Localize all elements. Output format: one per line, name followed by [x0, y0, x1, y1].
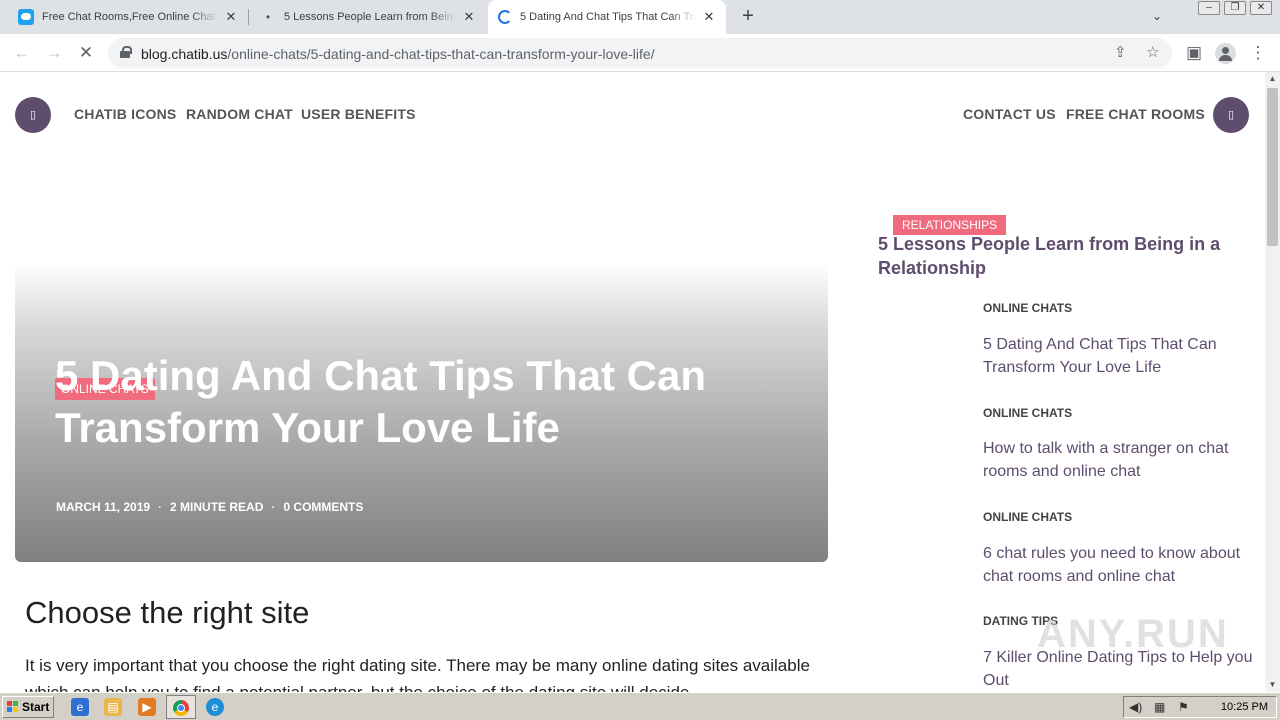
- media-player-icon[interactable]: ▶: [138, 698, 156, 716]
- tab-separator: [248, 9, 249, 25]
- article-read-time: 2 MINUTE READ: [170, 500, 264, 514]
- sidebar-post-category[interactable]: ONLINE CHATS: [983, 301, 1072, 315]
- tab-strip: Free Chat Rooms,Free Online Chat Without…: [0, 0, 1280, 34]
- flag-icon[interactable]: ⚑: [1178, 700, 1189, 714]
- sidebar-post-title[interactable]: 6 chat rules you need to know about chat…: [983, 542, 1253, 588]
- forward-arrow-icon[interactable]: →: [44, 43, 64, 63]
- anyrun-watermark: ANY.RUN: [1037, 612, 1229, 656]
- meta-separator: ·: [271, 500, 276, 514]
- side-panel-icon[interactable]: ▣: [1184, 43, 1204, 63]
- start-button[interactable]: Start: [2, 696, 54, 718]
- nav-user-benefits[interactable]: USER BENEFITS: [301, 106, 416, 122]
- volume-icon[interactable]: ◀): [1129, 700, 1142, 714]
- close-icon[interactable]: ✕: [224, 9, 238, 25]
- restore-icon[interactable]: ❐: [1224, 1, 1246, 15]
- stop-loading-icon[interactable]: ✕: [76, 43, 96, 63]
- taskbar-clock: 10:25 PM: [1220, 701, 1268, 713]
- tab-dating-tips-active[interactable]: 5 Dating And Chat Tips That Can Transfor…: [488, 0, 726, 34]
- dot-icon: •: [265, 10, 271, 24]
- start-label: Start: [22, 700, 50, 714]
- nav-free-chat-rooms[interactable]: FREE CHAT ROOMS: [1066, 106, 1205, 122]
- page-viewport: ▯ CHATIB ICONS RANDOM CHAT USER BENEFITS…: [0, 72, 1265, 692]
- loading-spinner-icon: [498, 10, 512, 24]
- address-bar[interactable]: blog.chatib.us/online-chats/5-dating-and…: [108, 38, 1172, 68]
- chat-icon: [18, 9, 34, 25]
- close-icon[interactable]: ✕: [462, 9, 476, 25]
- windows-taskbar: Start e ▤ ▶ e ◀) ▦ ⚑ 10:25 PM: [0, 692, 1280, 720]
- url-text[interactable]: blog.chatib.us/online-chats/5-dating-and…: [141, 46, 655, 62]
- back-arrow-icon[interactable]: ←: [12, 43, 32, 63]
- profile-avatar-icon[interactable]: [1215, 43, 1236, 64]
- scroll-down-icon[interactable]: ▼: [1265, 678, 1280, 692]
- sidebar-post-category[interactable]: ONLINE CHATS: [983, 406, 1072, 420]
- system-tray: ◀) ▦ ⚑ 10:25 PM: [1123, 696, 1277, 718]
- edge-icon[interactable]: e: [206, 698, 224, 716]
- close-window-icon[interactable]: ✕: [1250, 1, 1272, 15]
- network-icon[interactable]: ▦: [1154, 700, 1165, 714]
- sidebar-post-title[interactable]: 5 Dating And Chat Tips That Can Transfor…: [983, 333, 1253, 379]
- meta-separator: ·: [158, 500, 163, 514]
- search-toggle-button[interactable]: ▯: [1213, 97, 1249, 133]
- url-host: blog.chatib.us: [141, 46, 228, 62]
- article-title: 5 Dating And Chat Tips That Can Transfor…: [55, 352, 707, 451]
- article-comments-link[interactable]: 0 COMMENTS: [283, 500, 363, 514]
- chrome-taskbar-button[interactable]: [166, 695, 196, 719]
- close-icon[interactable]: ✕: [702, 9, 716, 25]
- lock-icon[interactable]: [120, 46, 132, 58]
- page-scrollbar[interactable]: ▲ ▼: [1265, 72, 1280, 692]
- browser-toolbar: ← → ✕ blog.chatib.us/online-chats/5-dati…: [0, 34, 1280, 72]
- nav-random-chat[interactable]: RANDOM CHAT: [186, 106, 293, 122]
- article-date: MARCH 11, 2019: [56, 500, 151, 514]
- scroll-thumb[interactable]: [1267, 88, 1278, 246]
- share-icon[interactable]: ⇪: [1114, 43, 1127, 61]
- article-meta: MARCH 11, 2019 · 2 MINUTE READ · 0 COMME…: [56, 500, 363, 514]
- internet-explorer-icon[interactable]: e: [71, 698, 89, 716]
- url-path: /online-chats/5-dating-and-chat-tips-tha…: [227, 46, 655, 62]
- article-paragraph: It is very important that you choose the…: [25, 656, 810, 692]
- windows-logo-icon: [7, 701, 19, 713]
- tab-title: 5 Dating And Chat Tips That Can Transfor…: [520, 11, 696, 23]
- menu-toggle-button[interactable]: ▯: [15, 97, 51, 133]
- window-controls: – ❐ ✕: [1198, 1, 1272, 15]
- tab-title: Free Chat Rooms,Free Online Chat Without…: [42, 11, 218, 23]
- more-menu-icon[interactable]: ⋮: [1248, 43, 1268, 63]
- nav-chatib-icons[interactable]: CHATIB ICONS: [74, 106, 176, 122]
- new-tab-button[interactable]: +: [737, 6, 759, 28]
- star-icon[interactable]: ☆: [1146, 43, 1159, 61]
- nav-contact-us[interactable]: CONTACT US: [963, 106, 1056, 122]
- minimize-icon[interactable]: –: [1198, 1, 1220, 15]
- tab-title: 5 Lessons People Learn from Being in a R…: [284, 11, 456, 23]
- sidebar-post-category[interactable]: ONLINE CHATS: [983, 510, 1072, 524]
- sidebar-post-title[interactable]: How to talk with a stranger on chat room…: [983, 437, 1253, 483]
- chrome-icon: [173, 699, 189, 716]
- folder-icon[interactable]: ▤: [104, 698, 122, 716]
- article-hero: ONLINE CHATS 5 Dating And Chat Tips That…: [15, 262, 828, 562]
- featured-post-title[interactable]: 5 Lessons People Learn from Being in a R…: [878, 232, 1238, 280]
- tab-5-lessons[interactable]: • 5 Lessons People Learn from Being in a…: [250, 0, 486, 34]
- tab-free-chat-rooms[interactable]: Free Chat Rooms,Free Online Chat Without…: [8, 0, 248, 34]
- chevron-down-icon[interactable]: ⌄: [1152, 9, 1162, 23]
- scroll-up-icon[interactable]: ▲: [1265, 72, 1280, 86]
- section-heading: Choose the right site: [25, 595, 310, 630]
